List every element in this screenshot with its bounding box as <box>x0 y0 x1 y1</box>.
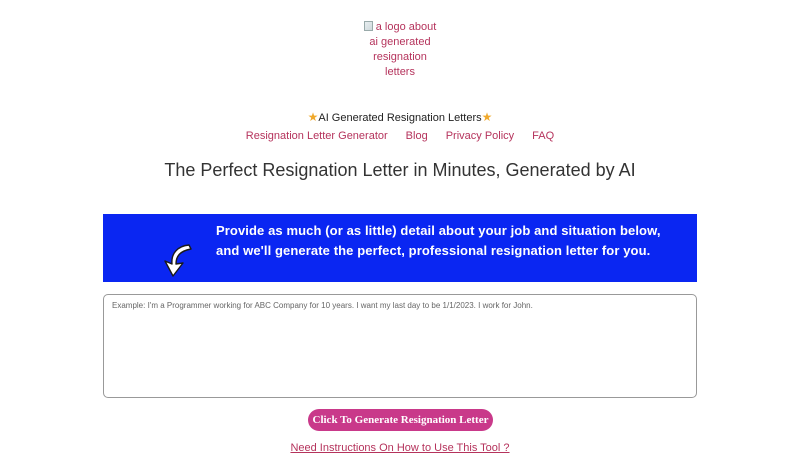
star-icon: ★ <box>481 110 493 124</box>
logo-alt-text: a logo about ai generated resignation le… <box>360 20 440 80</box>
nav-item-blog[interactable]: Blog <box>406 128 428 144</box>
instructions-link[interactable]: Need Instructions On How to Use This Too… <box>290 442 509 454</box>
banner-text: Provide as much (or as little) detail ab… <box>216 223 661 258</box>
curved-arrow-down-icon <box>164 244 192 277</box>
generate-letter-button[interactable]: Click To Generate Resignation Letter <box>308 409 493 431</box>
nav-item-faq[interactable]: FAQ <box>532 128 554 144</box>
page-title: The Perfect Resignation Letter in Minute… <box>164 160 636 180</box>
instruction-banner: Provide as much (or as little) detail ab… <box>103 214 697 282</box>
job-details-input[interactable] <box>103 294 697 398</box>
site-name-label: AI Generated Resignation Letters <box>318 112 482 124</box>
instructions-link-container: Need Instructions On How to Use This Too… <box>0 441 800 455</box>
nav-item-privacy-policy[interactable]: Privacy Policy <box>446 128 514 144</box>
site-name: ★AI Generated Resignation Letters★ <box>0 109 800 126</box>
main-nav: Resignation Letter Generator Blog Privac… <box>0 128 800 144</box>
star-icon: ★ <box>307 110 319 124</box>
nav-item-resignation-letter-generator[interactable]: Resignation Letter Generator <box>246 128 388 144</box>
broken-image-icon <box>363 21 373 31</box>
site-logo[interactable]: a logo about ai generated resignation le… <box>350 20 450 80</box>
page: a logo about ai generated resignation le… <box>0 0 800 458</box>
